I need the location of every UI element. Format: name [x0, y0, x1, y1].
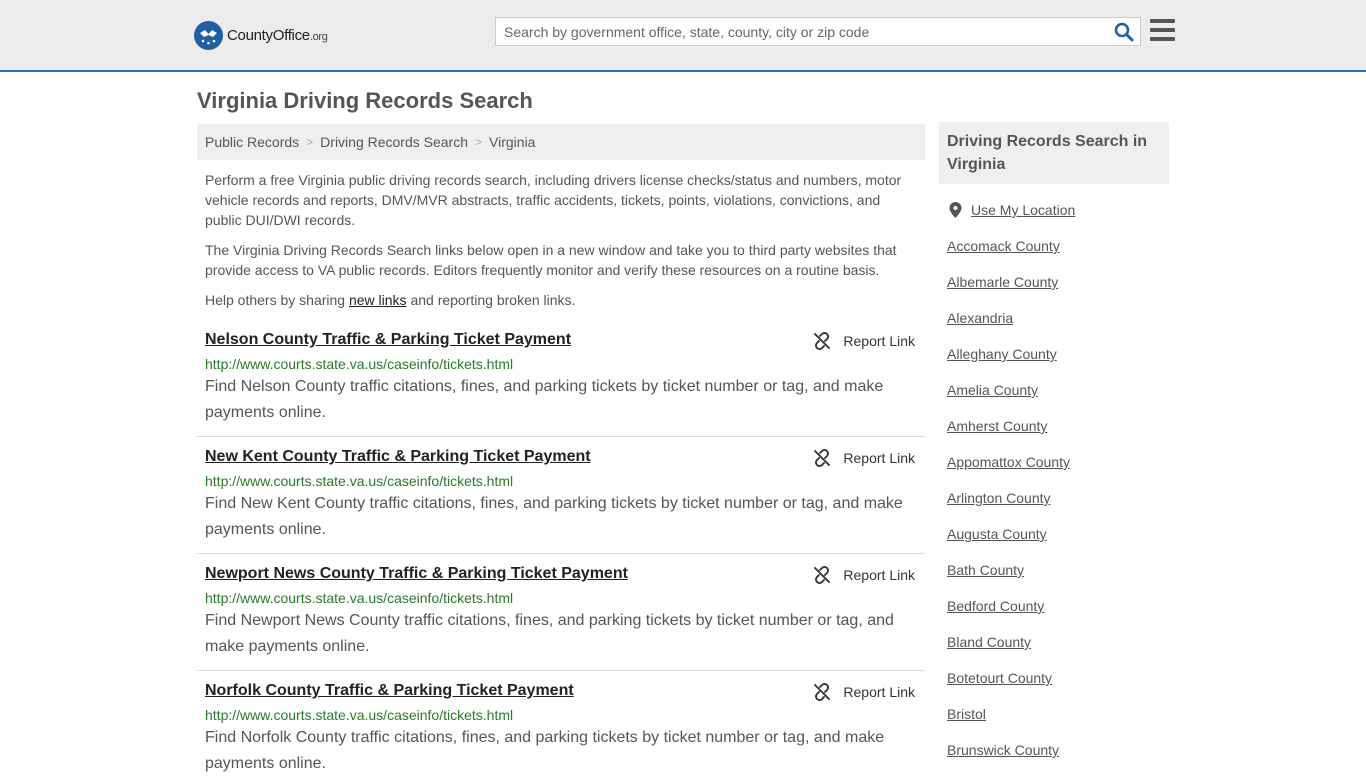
broken-link-icon	[814, 683, 831, 701]
county-list-item: Bristol	[947, 706, 1070, 742]
result-title-link[interactable]: Nelson County Traffic & Parking Ticket P…	[205, 331, 571, 349]
result-url: http://www.courts.state.va.us/caseinfo/t…	[205, 473, 514, 489]
county-list-item: Arlington County	[947, 490, 1070, 526]
intro-paragraph-1: Perform a free Virginia public driving r…	[205, 172, 902, 228]
report-link-label: Report Link	[843, 333, 915, 349]
breadcrumb-virginia[interactable]: Virginia	[489, 134, 535, 150]
result-url: http://www.courts.state.va.us/caseinfo/t…	[205, 590, 514, 606]
result-url: http://www.courts.state.va.us/caseinfo/t…	[205, 707, 514, 723]
logo-tld: .org	[309, 30, 328, 43]
county-link[interactable]: Amherst County	[947, 418, 1047, 434]
use-my-location-link[interactable]: Use My Location	[949, 202, 1075, 218]
county-list-item: Alexandria	[947, 310, 1070, 346]
new-links-link[interactable]: new links	[349, 292, 407, 308]
report-link-button[interactable]: Report Link	[813, 566, 915, 584]
result-description: Find Nelson County traffic citations, fi…	[205, 378, 884, 421]
county-link[interactable]: Bland County	[947, 634, 1031, 650]
county-link[interactable]: Amelia County	[947, 382, 1038, 398]
county-list-item: Amelia County	[947, 382, 1070, 418]
result-title-link[interactable]: New Kent County Traffic & Parking Ticket…	[205, 448, 591, 466]
county-list-item: Accomack County	[947, 238, 1070, 274]
logo-brand: CountyOffice	[227, 26, 310, 44]
broken-link-icon	[814, 566, 831, 584]
county-list-item: Augusta County	[947, 526, 1070, 562]
result-description: Find Newport News County traffic citatio…	[205, 612, 894, 655]
search-icon	[1114, 22, 1134, 42]
county-link[interactable]: Augusta County	[947, 526, 1047, 542]
county-list-item: Bland County	[947, 634, 1070, 670]
site-logo[interactable]: CountyOffice.org	[194, 20, 328, 50]
result-description: Find Norfolk County traffic citations, f…	[205, 729, 885, 772]
search-input[interactable]	[496, 18, 1106, 45]
site-header: CountyOffice.org	[0, 0, 1366, 72]
result-url: http://www.courts.state.va.us/caseinfo/t…	[205, 356, 514, 372]
broken-link-icon	[814, 332, 831, 350]
sidebar-heading: Driving Records Search in Virginia	[939, 122, 1169, 184]
use-my-location-label: Use My Location	[971, 202, 1076, 218]
report-link-button[interactable]: Report Link	[813, 332, 915, 350]
county-link[interactable]: Arlington County	[947, 490, 1051, 506]
county-link[interactable]: Albemarle County	[947, 274, 1058, 290]
breadcrumb: Public Records > Driving Records Search …	[197, 124, 925, 160]
result-title-link[interactable]: Newport News County Traffic & Parking Ti…	[205, 565, 628, 583]
county-link[interactable]: Accomack County	[947, 238, 1060, 254]
report-link-label: Report Link	[843, 450, 915, 466]
intro-paragraph-2: The Virginia Driving Records Search link…	[205, 242, 897, 278]
county-list-item: Bedford County	[947, 598, 1070, 634]
county-link[interactable]: Alexandria	[947, 310, 1013, 326]
county-list-item: Albemarle County	[947, 274, 1070, 310]
result-title-link[interactable]: Norfolk County Traffic & Parking Ticket …	[205, 682, 574, 700]
county-list-item: Brunswick County	[947, 742, 1070, 778]
county-link[interactable]: Bedford County	[947, 598, 1044, 614]
report-link-label: Report Link	[843, 684, 915, 700]
search-box	[495, 17, 1141, 46]
intro-paragraph-3: Help others by sharing new links and rep…	[205, 290, 917, 310]
breadcrumb-separator: >	[306, 135, 314, 149]
county-list-item: Botetourt County	[947, 670, 1070, 706]
report-link-button[interactable]: Report Link	[813, 449, 915, 467]
county-list-item: Alleghany County	[947, 346, 1070, 382]
result-item: Nelson County Traffic & Parking Ticket P…	[197, 331, 925, 437]
county-link[interactable]: Bristol	[947, 706, 986, 722]
county-link[interactable]: Brunswick County	[947, 742, 1059, 758]
breadcrumb-public-records[interactable]: Public Records	[205, 134, 299, 150]
intro-help-text-end: and reporting broken links.	[406, 292, 576, 308]
county-link[interactable]: Botetourt County	[947, 670, 1052, 686]
county-link[interactable]: Alleghany County	[947, 346, 1057, 362]
logo-seal-icon	[194, 20, 223, 50]
map-pin-icon	[949, 202, 962, 218]
breadcrumb-separator: >	[475, 135, 483, 149]
page-title: Virginia Driving Records Search	[197, 88, 533, 113]
result-item: New Kent County Traffic & Parking Ticket…	[197, 448, 925, 554]
logo-wordmark: CountyOffice.org	[227, 27, 328, 44]
search-button[interactable]	[1114, 22, 1134, 42]
breadcrumb-driving-records[interactable]: Driving Records Search	[320, 134, 468, 150]
result-description: Find New Kent County traffic citations, …	[205, 495, 903, 538]
county-link[interactable]: Appomattox County	[947, 454, 1070, 470]
broken-link-icon	[814, 449, 831, 467]
result-item: Newport News County Traffic & Parking Ti…	[197, 565, 925, 671]
county-list-item: Amherst County	[947, 418, 1070, 454]
hamburger-menu-icon[interactable]	[1150, 19, 1175, 41]
intro-help-text: Help others by sharing	[205, 292, 349, 308]
county-list: Accomack County Albemarle County Alexand…	[947, 238, 1070, 778]
report-link-label: Report Link	[843, 567, 915, 583]
county-list-item: Appomattox County	[947, 454, 1070, 490]
report-link-button[interactable]: Report Link	[813, 683, 915, 701]
result-item: Norfolk County Traffic & Parking Ticket …	[197, 682, 925, 772]
county-list-item: Bath County	[947, 562, 1070, 598]
county-link[interactable]: Bath County	[947, 562, 1024, 578]
